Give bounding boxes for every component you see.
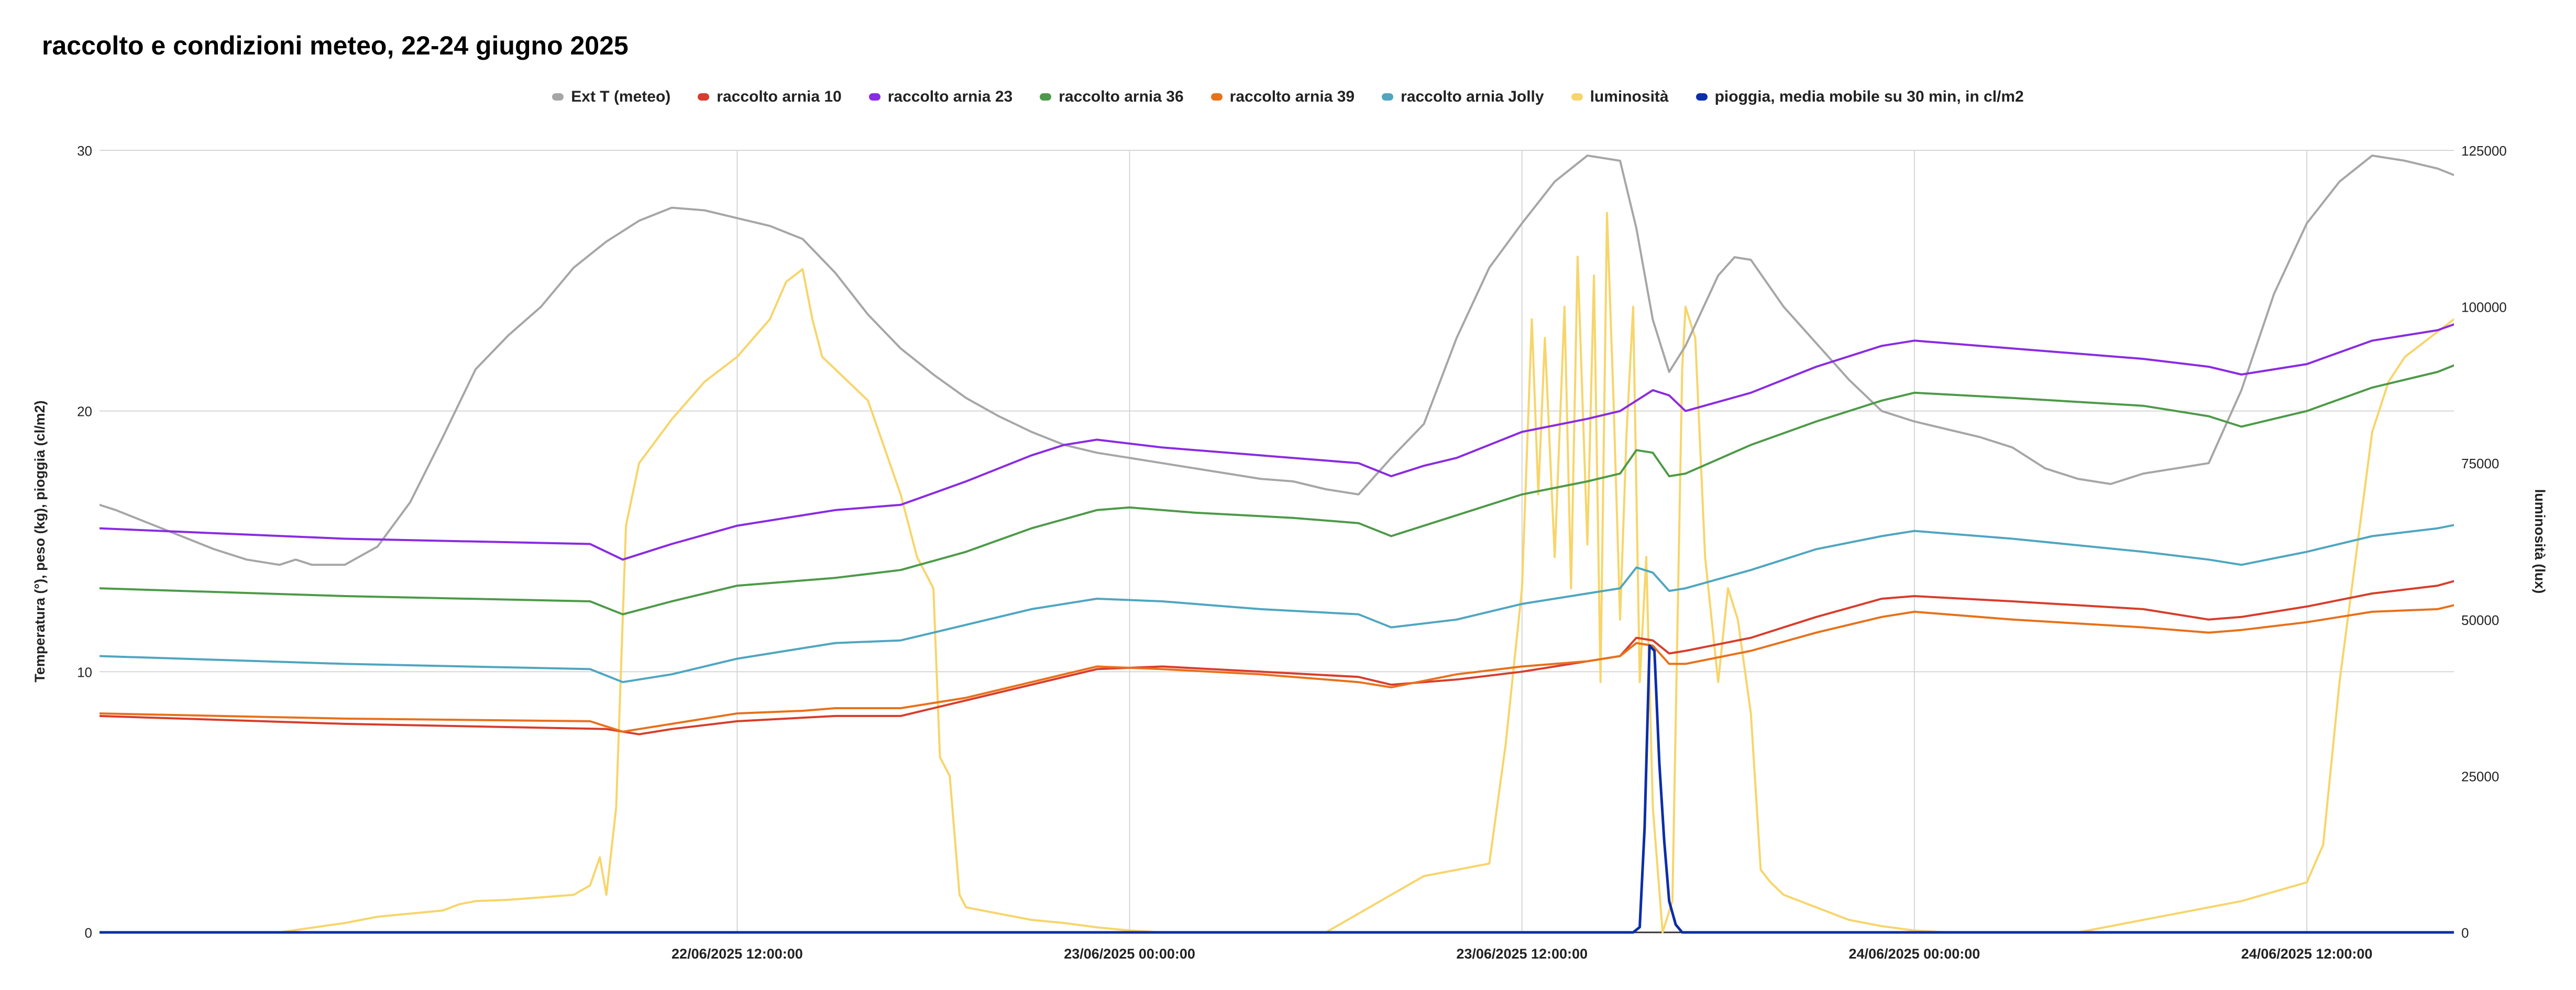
x-tick-label: 22/06/2025 12:00:00 [671,946,803,962]
y-tick-label: 20 [77,404,92,420]
series-line-raccolto-arnia-39 [100,604,2454,733]
y-tick-label: 10 [77,664,92,680]
series-line-raccolto-arnia-36 [100,364,2454,615]
series-line-raccolto-arnia-10 [100,580,2454,735]
y2-axis-title: luminosità (lux) [2532,489,2548,594]
series-line-raccolto-arnia-23 [100,323,2454,561]
series-line-ext-t-meteo [100,155,2454,566]
y-axis-title: Temperatura (°), peso (kg), pioggia (cl/… [32,400,48,682]
y-tick-label: 30 [77,143,92,159]
series-line-raccolto-arnia-jolly [100,524,2454,684]
y2-tick-label: 50000 [2461,612,2499,628]
series-line-pioggia-media-mobile-su-30-min-in-cl-m2 [100,644,2454,934]
x-tick-label: 23/06/2025 12:00:00 [1456,946,1588,962]
y2-tick-label: 75000 [2461,456,2499,471]
x-tick-label: 24/06/2025 00:00:00 [1849,946,1980,962]
y2-tick-label: 125000 [2461,143,2507,159]
x-tick-label: 24/06/2025 12:00:00 [2241,946,2373,962]
y2-tick-label: 100000 [2461,300,2507,315]
chart-plot: 0 10 20 30 0 25000 50000 75000 100000 125000 22/06… [32,143,2548,962]
y-tick-label: 0 [85,925,92,941]
y2-tick-label: 25000 [2461,768,2499,784]
series-line-luminosit [100,212,2454,933]
y2-tick-label: 0 [2461,925,2469,941]
x-tick-label: 23/06/2025 00:00:00 [1064,946,1195,962]
